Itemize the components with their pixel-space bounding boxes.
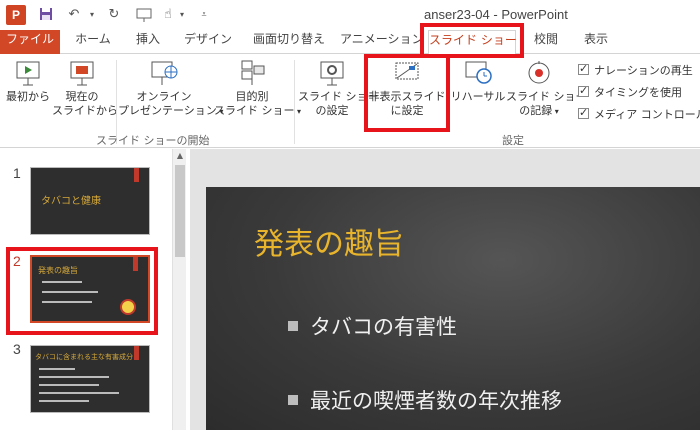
rehearse-timings-icon <box>465 61 492 84</box>
custom-show-label-2: スライド ショー <box>214 104 295 117</box>
no-smoking-icon <box>120 299 136 315</box>
thumbnail-text-line <box>42 281 82 283</box>
slide-thumbnail-pane: 1 タバコと健康 2 発表の趣旨 3 タバコに含まれる主な有害成分 ▲ <box>0 149 190 430</box>
bullet-text: 最近の喫煙者数の年次推移 <box>310 389 562 413</box>
slide-number: 3 <box>13 341 21 357</box>
set-up-show-label-1: スライド ショー <box>298 90 379 103</box>
record-show-label-1: スライド ショー <box>506 90 587 103</box>
show-media-controls-checkbox[interactable]: メディア コントロールの表 <box>578 106 700 122</box>
thumbnail-text-line <box>42 301 92 303</box>
slide-thumbnail[interactable]: タバコに含まれる主な有害成分 <box>30 345 150 413</box>
thumbnail-accent-bar <box>133 257 138 271</box>
undo-icon[interactable]: ↶ <box>66 7 82 23</box>
save-icon[interactable] <box>38 7 54 23</box>
slide-thumbnail-selected[interactable]: 発表の趣旨 <box>30 255 150 323</box>
title-bar: P ↶ ▾ ↻ ☝ ▾ ⩡ anser23-04 - PowerPoint <box>0 0 700 30</box>
custom-show-label-1: 目的別 <box>235 90 269 103</box>
ribbon: 最初から 現在の スライドから オンライン プレゼンテーション ▾ 目的別 スラ… <box>0 54 700 148</box>
from-current-slide-icon <box>70 61 94 86</box>
tab-design[interactable]: デザイン <box>180 30 236 54</box>
group-label-set-up: 設定 <box>502 134 524 147</box>
custom-slide-show-button[interactable]: 目的別 スライド ショー ▾ <box>214 58 301 119</box>
record-show-dropdown-icon: ▾ <box>552 107 559 116</box>
slide-editing-area: 発表の趣旨 タバコの有害性 最近の喫煙者数の年次推移 <box>190 149 700 430</box>
present-online-icon <box>151 61 178 85</box>
slide-bullet[interactable]: タバコの有害性 <box>288 311 457 341</box>
tab-view[interactable]: 表示 <box>576 30 616 54</box>
slide-bullet[interactable]: 最近の喫煙者数の年次推移 <box>288 385 562 415</box>
thumbnail-text-line <box>42 291 98 293</box>
thumbnail-accent-bar <box>134 346 139 360</box>
tab-review[interactable]: 校閲 <box>526 30 566 54</box>
ribbon-divider <box>294 60 295 144</box>
start-from-beginning-quick-icon[interactable] <box>136 7 152 23</box>
slide-number: 1 <box>13 165 21 181</box>
record-show-label-2: の記録 <box>519 104 553 117</box>
slide-thumbnail[interactable]: タバコと健康 <box>30 167 150 235</box>
thumbnail-text-line <box>39 376 109 378</box>
thumbnail-title: タバコと健康 <box>41 196 101 207</box>
thumbnail-text-line <box>39 384 99 386</box>
present-online-label-1: オンライン <box>136 90 192 103</box>
set-up-show-label-2: の設定 <box>315 104 349 117</box>
record-slide-show-icon <box>528 61 550 84</box>
record-slide-show-button[interactable]: スライド ショー の記録 ▾ <box>506 58 587 119</box>
thumbnail-text-line <box>39 400 89 402</box>
window-title: anser23-04 - PowerPoint <box>424 7 568 22</box>
touch-dropdown-icon[interactable]: ▾ <box>174 7 190 23</box>
set-up-show-icon <box>320 61 344 86</box>
group-label-start-show: スライド ショーの開始 <box>96 134 210 147</box>
tab-slide-show[interactable]: スライド ショー <box>428 30 517 55</box>
thumbnail-title: 発表の趣旨 <box>38 266 78 275</box>
checkbox-checked-icon <box>578 62 589 75</box>
thumbnail-accent-bar <box>134 168 139 182</box>
rehearse-label: リハーサル <box>450 90 506 103</box>
custom-slide-show-icon <box>241 60 265 85</box>
tab-insert[interactable]: 挿入 <box>128 30 168 54</box>
from-current-slide-button[interactable]: 現在の スライドから <box>52 58 118 118</box>
slide-title[interactable]: 発表の趣旨 <box>254 219 404 263</box>
from-current-label-2: スライドから <box>52 104 118 117</box>
hide-slide-icon <box>395 62 419 80</box>
use-timings-checkbox[interactable]: タイミングを使用 <box>578 84 682 100</box>
scroll-up-arrow-icon[interactable]: ▲ <box>173 149 187 163</box>
tab-transitions[interactable]: 画面切り替え <box>248 30 330 54</box>
play-narrations-checkbox[interactable]: ナレーションの再生 <box>578 62 693 78</box>
set-up-slide-show-button[interactable]: スライド ショー の設定 <box>298 58 379 118</box>
from-beginning-label: 最初から <box>6 90 50 103</box>
slide-number: 2 <box>13 253 21 269</box>
hide-slide-button[interactable]: 非表示スライド に設定 <box>368 58 446 118</box>
thumbnail-scrollbar[interactable]: ▲ <box>172 149 186 430</box>
use-timings-label: タイミングを使用 <box>594 86 682 99</box>
hide-slide-label-1: 非表示スライド <box>368 90 446 103</box>
ribbon-tabs: ファイル ホーム 挿入 デザイン 画面切り替え アニメーション スライド ショー… <box>0 30 700 55</box>
show-media-controls-label: メディア コントロールの表 <box>594 108 700 121</box>
tab-file[interactable]: ファイル <box>0 30 60 54</box>
bullet-square-icon <box>288 321 298 331</box>
thumbnail-text-line <box>39 368 75 370</box>
scrollbar-thumb[interactable] <box>175 165 185 257</box>
rehearse-timings-button[interactable]: リハーサル <box>450 58 506 104</box>
powerpoint-app-icon[interactable]: P <box>6 5 26 25</box>
customize-toolbar-icon[interactable]: ⩡ <box>196 7 212 23</box>
present-online-label-2: プレゼンテーション <box>118 104 217 117</box>
hide-slide-label-2: に設定 <box>390 104 424 117</box>
tab-home[interactable]: ホーム <box>68 30 118 54</box>
checkbox-checked-icon <box>578 106 589 119</box>
tab-animations[interactable]: アニメーション <box>340 30 424 54</box>
from-beginning-button[interactable]: 最初から <box>4 58 52 104</box>
present-online-button[interactable]: オンライン プレゼンテーション ▾ <box>118 58 223 119</box>
from-current-label-1: 現在の <box>65 90 99 103</box>
from-beginning-icon <box>16 61 40 86</box>
play-narrations-label: ナレーションの再生 <box>594 64 693 77</box>
thumbnail-title: タバコに含まれる主な有害成分 <box>35 353 133 361</box>
repeat-icon[interactable]: ↻ <box>106 7 122 23</box>
undo-dropdown-icon[interactable]: ▾ <box>84 7 100 23</box>
thumbnail-text-line <box>39 392 119 394</box>
bullet-square-icon <box>288 395 298 405</box>
bullet-text: タバコの有害性 <box>310 315 457 339</box>
checkbox-checked-icon <box>578 84 589 97</box>
current-slide[interactable]: 発表の趣旨 タバコの有害性 最近の喫煙者数の年次推移 <box>206 187 700 430</box>
